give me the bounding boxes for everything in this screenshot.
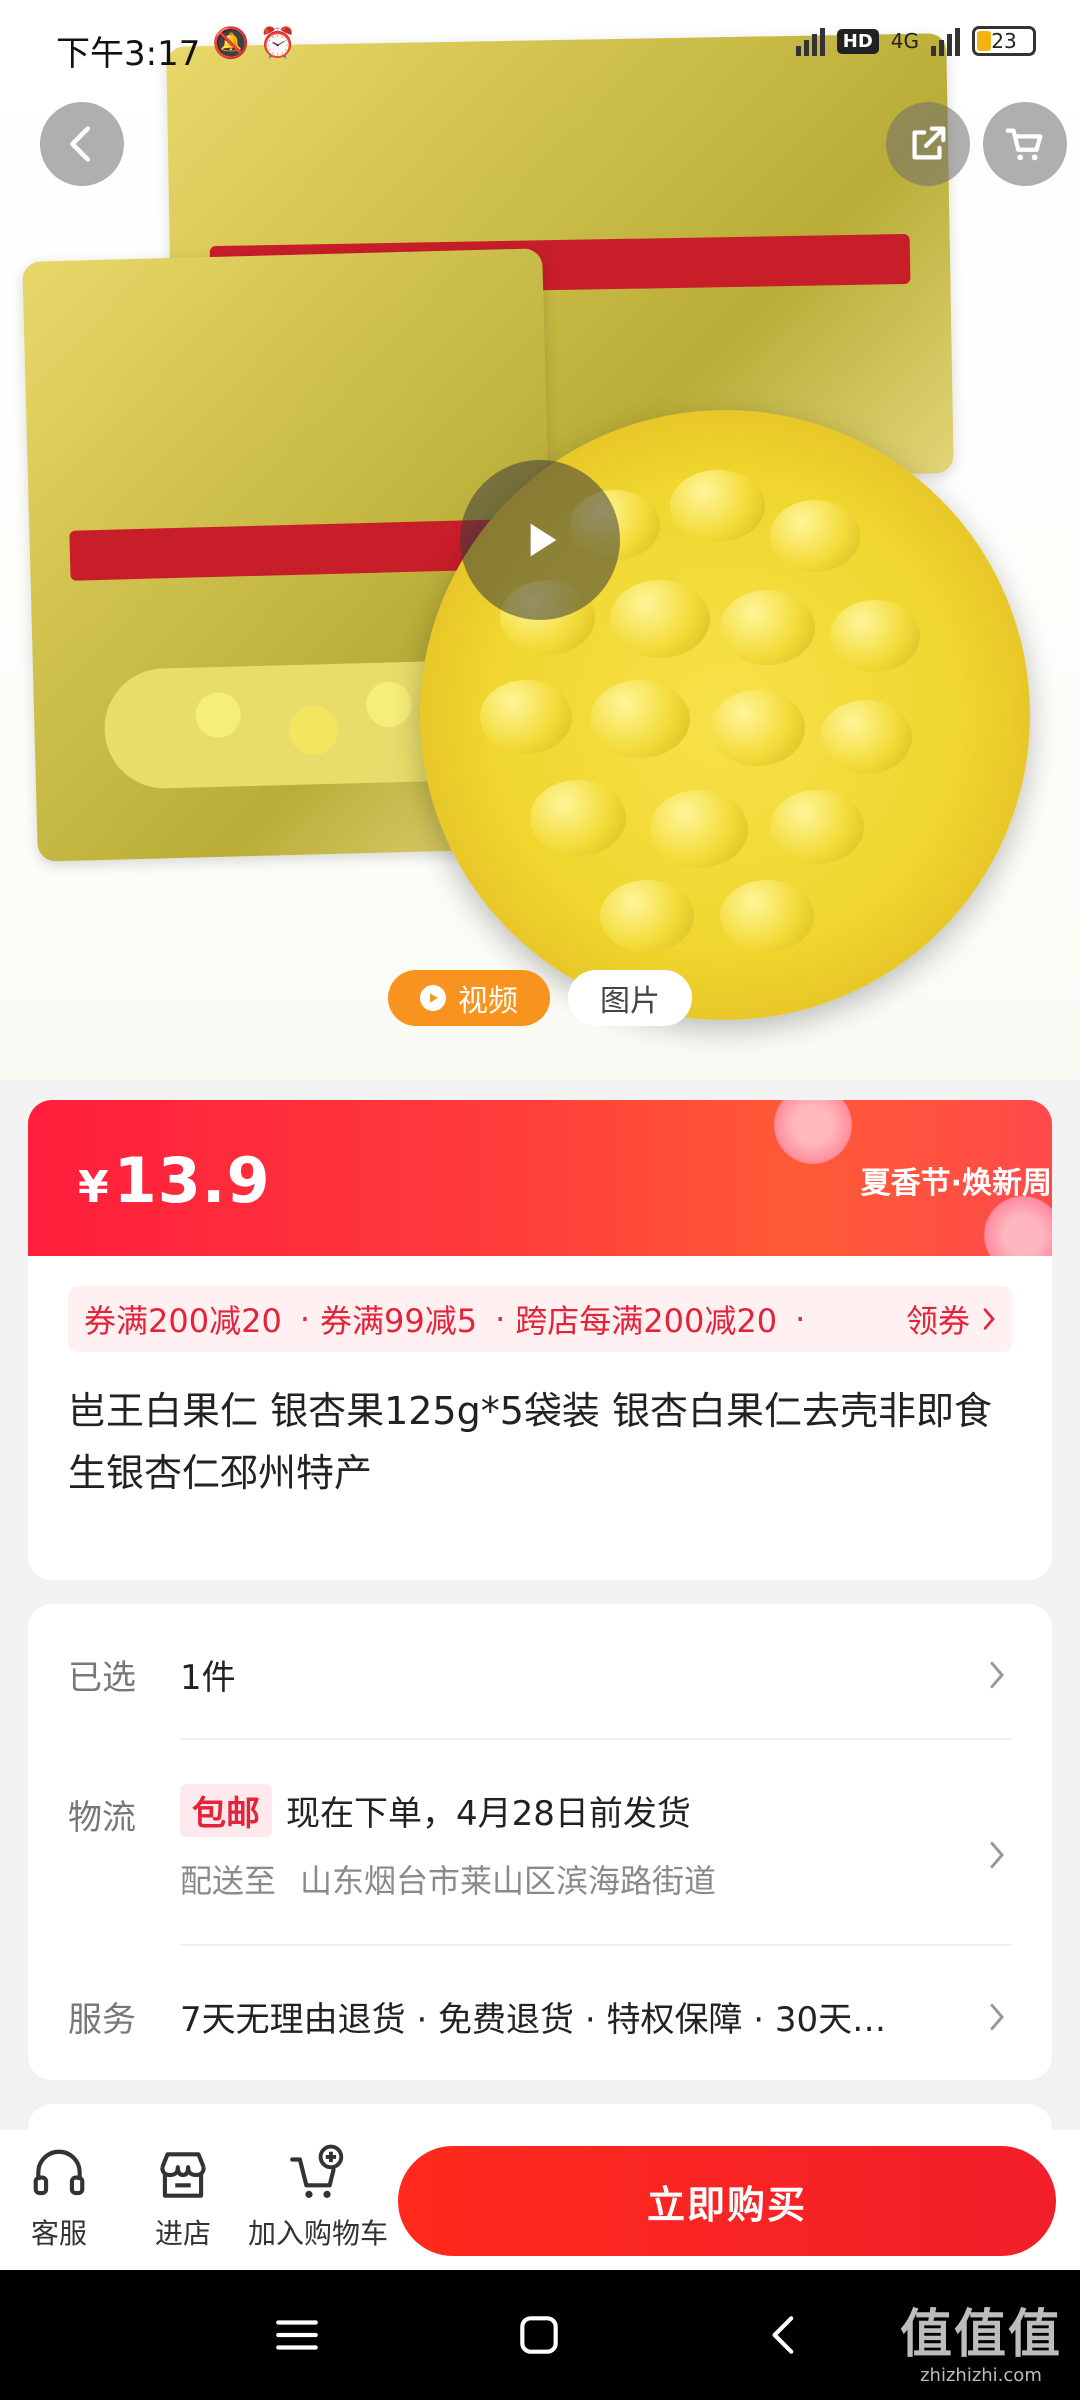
status-right-icons: HD 4G 23 [795,26,1036,56]
share-icon [912,126,946,160]
get-coupon-button[interactable]: 领券 [906,1296,996,1342]
media-toggle: 视频 图片 [388,970,692,1026]
cart-button[interactable] [983,102,1067,186]
play-video-button[interactable] [460,460,620,620]
chevron-right-icon [990,1661,1004,1689]
add-to-cart-label: 加入购物车 [248,2217,389,2250]
coupon-bar[interactable]: 券满200减20 · 券满99减5 · 跨店每满200减20 · 领券 [68,1286,1012,1352]
price-banner: ¥13.9 夏香节·焕新周 [28,1100,1052,1256]
divider [180,1944,1012,1946]
menu-icon[interactable] [272,2310,322,2360]
selected-label: 已选 [68,1658,136,1698]
chevron-right-icon [990,1841,1004,1869]
customer-service-label: 客服 [30,2217,87,2250]
shipping-label: 物流 [68,1798,136,1838]
battery-icon: 23 [972,26,1036,56]
store-icon [160,2152,206,2198]
chevron-left-icon [70,126,91,162]
selected-spec-row[interactable]: 已选 1件 [68,1648,1012,1730]
divider [180,1738,1012,1740]
status-bar: 下午3:17 🔕⏰ HD 4G 23 [0,0,1080,96]
tab-photo[interactable]: 图片 [568,970,692,1026]
chevron-right-icon [990,2003,1004,2031]
share-button[interactable] [886,102,970,186]
bottom-action-bar: 客服 进店 加入购物车 立即购买 [0,2130,1080,2270]
play-icon [420,985,446,1011]
tab-video[interactable]: 视频 [388,970,550,1026]
back-button[interactable] [40,102,124,186]
promo-event-tag[interactable]: 夏香节·焕新周 [861,1158,1052,1202]
deliver-to-label: 配送至 [180,1862,277,1900]
buy-now-button[interactable]: 立即购买 [398,2146,1056,2256]
product-title: 岜王白果仁 银杏果125g*5袋装 银杏白果仁去壳非即食生银杏仁邳州特产 [68,1389,992,1495]
chevron-right-icon [983,1308,995,1330]
status-time: 下午3:17 [56,34,201,74]
product-image-gallery[interactable]: 下午3:17 🔕⏰ HD 4G 23 视频 图片 [0,0,1080,1080]
deliver-to-address: 山东烟台市莱山区滨海路街道 [300,1862,717,1900]
add-cart-icon [290,2144,344,2198]
network-type: 4G [890,29,919,53]
service-row[interactable]: 服务 7天无理由退货 · 免费退货 · 特权保障 · 30天… [68,1988,1012,2058]
product-price: ¥13.9 [78,1144,271,1217]
cart-icon [1005,128,1043,161]
shipping-text: 现在下单，4月28日前发货 [286,1794,691,1834]
store-button[interactable]: 进店 [152,2144,214,2252]
customer-service-button[interactable]: 客服 [28,2144,90,2252]
back-nav-icon[interactable] [760,2310,810,2360]
hd-icon: HD [836,28,879,54]
signal-icon-2 [931,26,960,56]
product-info-card: 券满200减20 · 券满99减5 · 跨店每满200减20 · 领券 岜王白果… [28,1256,1052,1580]
signal-icon [795,26,825,56]
service-label: 服务 [68,2000,136,2040]
shipping-row[interactable]: 物流 包邮 现在下单，4月28日前发货 配送至 山东烟台市莱山区滨海路街道 [68,1780,1012,1960]
headset-icon [33,2149,85,2196]
flower-decoration [768,1100,858,1170]
store-label: 进店 [154,2217,211,2250]
tab-video-label: 视频 [458,984,518,1019]
free-shipping-badge: 包邮 [180,1784,272,1837]
tab-photo-label: 图片 [600,984,660,1019]
home-icon[interactable] [514,2310,564,2360]
selected-value: 1件 [180,1658,236,1698]
status-notification-icons: 🔕⏰ [212,26,307,61]
coupon-item: 跨店每满200减20 [515,1302,778,1340]
coupon-item: 券满99减5 [319,1302,478,1340]
watermark: 值值值 zhizhizhi.com [900,2292,1062,2386]
battery-level: 23 [991,29,1017,53]
detail-card: 已选 1件 物流 包邮 现在下单，4月28日前发货 配送至 山东烟台市莱山区滨海… [28,1604,1052,2080]
watermark-site: zhizhizhi.com [920,2365,1042,2386]
play-icon [530,523,557,557]
add-to-cart-button[interactable]: 加入购物车 [248,2144,388,2252]
coupon-item: 券满200减20 [84,1302,282,1340]
service-value: 7天无理由退货 · 免费退货 · 特权保障 · 30天… [180,2000,887,2040]
watermark-brand: 值值值 [899,2305,1062,2365]
system-navigation-bar: 值值值 zhizhizhi.com [0,2270,1080,2400]
